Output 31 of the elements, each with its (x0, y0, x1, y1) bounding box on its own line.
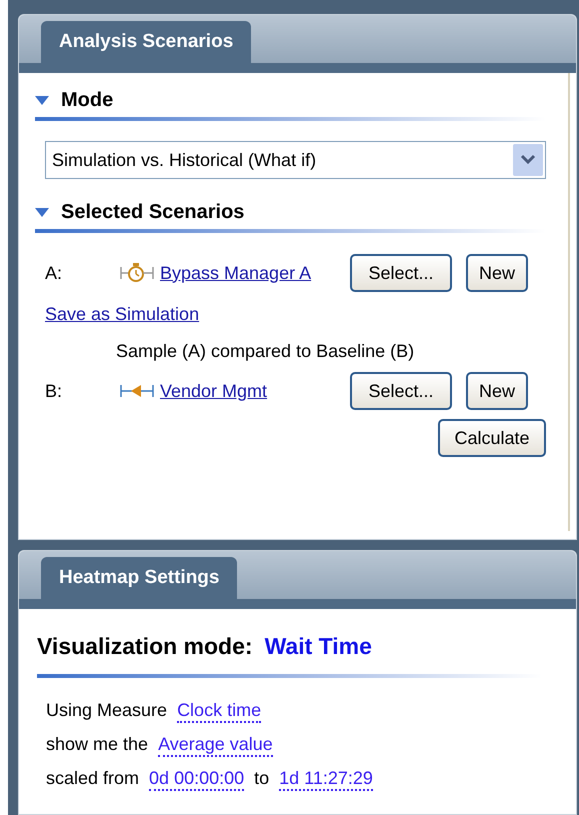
comparison-text: Sample (A) compared to Baseline (B) (116, 341, 414, 361)
setting-link[interactable]: 1d 11:27:29 (279, 766, 373, 790)
mode-dropdown[interactable]: Simulation vs. Historical (What if) (45, 141, 546, 179)
scenario-label: B: (45, 380, 64, 402)
section-title: Mode (61, 88, 114, 113)
setting-text: to (254, 767, 270, 790)
section-title: Selected Scenarios (61, 200, 244, 225)
visualization-label: Visualization mode: (37, 632, 253, 661)
arrow-marker-icon (120, 383, 154, 399)
setting-text: show me the (46, 733, 148, 756)
setting-link[interactable]: Average value (158, 732, 273, 756)
scenario-label: A: (45, 262, 64, 284)
scenario-link[interactable]: Bypass Manager A (160, 260, 350, 286)
action-button[interactable]: Select... (350, 254, 452, 292)
setting-text: Using Measure (46, 699, 168, 722)
action-button[interactable]: Select... (350, 372, 452, 410)
action-button[interactable]: New (466, 372, 528, 410)
scenario-link[interactable]: Vendor Mgmt (160, 378, 350, 404)
collapse-triangle-icon[interactable] (35, 208, 49, 216)
visualization-value[interactable]: Wait Time (264, 629, 372, 664)
collapse-triangle-icon[interactable] (35, 96, 49, 104)
stopwatch-icon (120, 261, 154, 285)
save-link[interactable]: Save as Simulation (45, 304, 200, 324)
chevron-down-icon[interactable] (513, 144, 543, 176)
setting-link[interactable]: Clock time (177, 698, 262, 722)
action-button[interactable]: Calculate (438, 419, 546, 457)
panel-tab[interactable]: Analysis Scenarios (41, 21, 252, 63)
action-button[interactable]: New (466, 254, 528, 292)
setting-link[interactable]: 0d 00:00:00 (149, 766, 244, 790)
panel-tab[interactable]: Heatmap Settings (41, 557, 238, 599)
setting-text: scaled from (46, 767, 140, 790)
